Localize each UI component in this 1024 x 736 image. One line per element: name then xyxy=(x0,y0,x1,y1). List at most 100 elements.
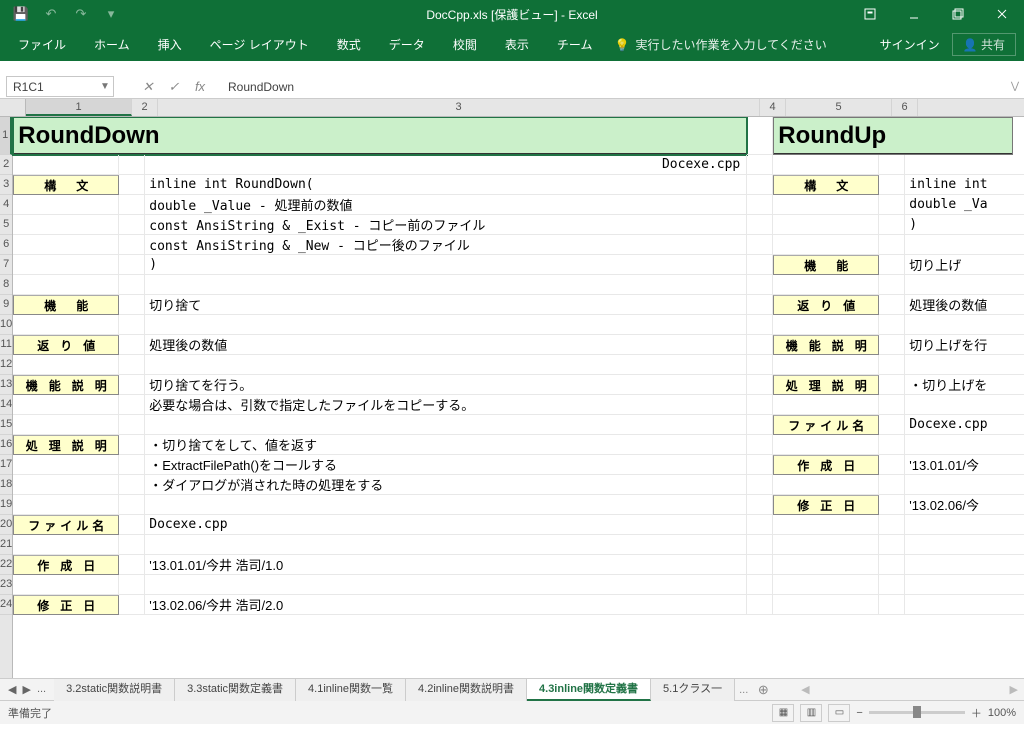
cell[interactable] xyxy=(747,535,773,555)
cell[interactable] xyxy=(905,595,1024,615)
cell[interactable]: ・ダイアログが消された時の処理をする xyxy=(145,475,747,495)
cell[interactable] xyxy=(879,335,905,355)
col-header-3[interactable]: 3 xyxy=(158,99,760,116)
cell[interactable] xyxy=(747,175,773,195)
cell[interactable] xyxy=(879,355,905,375)
label-ret-r[interactable]: 返 り 値 xyxy=(773,295,879,315)
tell-me-search[interactable]: 💡 実行したい作業を入力してください xyxy=(614,36,826,53)
cell[interactable] xyxy=(879,215,905,235)
cell[interactable] xyxy=(119,495,145,515)
cell[interactable] xyxy=(119,455,145,475)
sheet-tab[interactable]: 3.3static関数定義書 xyxy=(175,679,296,701)
row-header[interactable]: 21 xyxy=(0,535,12,555)
col-header-2[interactable]: 2 xyxy=(132,99,158,116)
cell[interactable]: double _Value - 処理前の数値 xyxy=(145,195,747,215)
row-header[interactable]: 13 xyxy=(0,375,12,395)
cell[interactable]: Docexe.cpp xyxy=(145,515,747,535)
add-sheet-button[interactable]: ⊕ xyxy=(752,682,774,698)
row-header[interactable]: 11 xyxy=(0,335,12,355)
cell[interactable] xyxy=(905,395,1024,415)
cell[interactable]: ) xyxy=(905,215,1024,235)
label-proc[interactable]: 処 理 説 明 xyxy=(13,435,119,455)
label-func-r[interactable]: 機 能 xyxy=(773,255,879,275)
enter-formula-icon[interactable]: ✓ xyxy=(164,79,184,95)
cell[interactable] xyxy=(747,295,773,315)
cell[interactable] xyxy=(119,175,145,195)
cell[interactable] xyxy=(905,435,1024,455)
label-proc-r[interactable]: 処 理 説 明 xyxy=(773,375,879,395)
label-syntax-r[interactable]: 構 文 xyxy=(773,175,879,195)
row-header[interactable]: 18 xyxy=(0,475,12,495)
cell[interactable] xyxy=(13,395,119,415)
cell[interactable] xyxy=(773,555,879,575)
cell[interactable] xyxy=(747,355,773,375)
qat-customize[interactable]: ▾ xyxy=(98,3,124,25)
cell[interactable] xyxy=(879,275,905,295)
cell[interactable] xyxy=(879,375,905,395)
cell[interactable] xyxy=(905,535,1024,555)
cell[interactable] xyxy=(879,255,905,275)
tab-file[interactable]: ファイル xyxy=(4,28,80,61)
cell[interactable] xyxy=(879,475,905,495)
sign-in-link[interactable]: サインイン xyxy=(880,36,940,53)
cell[interactable] xyxy=(119,195,145,215)
cell[interactable] xyxy=(119,275,145,295)
cell[interactable]: 処理後の数値 xyxy=(145,335,747,355)
cell[interactable] xyxy=(145,535,747,555)
row-header[interactable]: 2 xyxy=(0,155,12,175)
cell[interactable] xyxy=(747,515,773,535)
col-header-6[interactable]: 6 xyxy=(892,99,918,116)
hscroll-left-icon[interactable]: ◀ xyxy=(801,683,809,696)
cell[interactable] xyxy=(905,355,1024,375)
cell[interactable] xyxy=(879,435,905,455)
cell[interactable] xyxy=(773,315,879,335)
cell[interactable] xyxy=(119,555,145,575)
zoom-slider[interactable] xyxy=(869,711,965,714)
minimize-button[interactable] xyxy=(892,0,936,28)
cell[interactable] xyxy=(879,575,905,595)
cell-r1c1[interactable]: RoundDown xyxy=(13,117,747,155)
cell[interactable] xyxy=(747,195,773,215)
row-header[interactable]: 5 xyxy=(0,215,12,235)
cell[interactable] xyxy=(773,235,879,255)
tab-team[interactable]: チーム xyxy=(543,28,607,61)
row-header[interactable]: 1 xyxy=(0,117,12,155)
label-desc-r[interactable]: 機 能 説 明 xyxy=(773,335,879,355)
cell-r1c5[interactable]: RoundUp xyxy=(773,117,1013,155)
label-file[interactable]: ファイル名 xyxy=(13,515,119,535)
sheet-nav-more-right-icon[interactable]: ... xyxy=(735,684,752,696)
qat-redo[interactable]: ↷ xyxy=(68,3,94,25)
cell[interactable] xyxy=(119,395,145,415)
cell[interactable] xyxy=(145,495,747,515)
cell[interactable] xyxy=(13,455,119,475)
cell[interactable] xyxy=(879,555,905,575)
tab-page-layout[interactable]: ページ レイアウト xyxy=(196,28,323,61)
cell[interactable] xyxy=(773,595,879,615)
cancel-formula-icon[interactable]: ✕ xyxy=(138,79,158,95)
cell[interactable]: inline int xyxy=(905,175,1024,195)
cell[interactable] xyxy=(747,555,773,575)
fx-icon[interactable]: fx xyxy=(190,79,210,95)
row-header[interactable]: 23 xyxy=(0,575,12,595)
cell[interactable] xyxy=(13,255,119,275)
cell[interactable]: ・切り捨てをして、値を返す xyxy=(145,435,747,455)
row-header[interactable]: 19 xyxy=(0,495,12,515)
label-func[interactable]: 機 能 xyxy=(13,295,119,315)
cell[interactable]: ) xyxy=(145,255,747,275)
cell[interactable] xyxy=(119,215,145,235)
cell[interactable] xyxy=(13,275,119,295)
cell-file[interactable]: Docexe.cpp xyxy=(145,155,747,175)
cell[interactable] xyxy=(747,255,773,275)
cell[interactable] xyxy=(119,415,145,435)
cell[interactable] xyxy=(119,515,145,535)
cell[interactable]: 切り捨てを行う。 xyxy=(145,375,747,395)
view-page-layout-icon[interactable]: ▥ xyxy=(800,704,822,722)
cell[interactable] xyxy=(145,575,747,595)
zoom-level[interactable]: 100% xyxy=(988,707,1016,719)
cell[interactable] xyxy=(879,195,905,215)
label-created[interactable]: 作 成 日 xyxy=(13,555,119,575)
zoom-in-button[interactable]: ＋ xyxy=(971,705,982,721)
cell[interactable] xyxy=(13,235,119,255)
row-header[interactable]: 4 xyxy=(0,195,12,215)
sheet-tab[interactable]: 3.2static関数説明書 xyxy=(54,679,175,701)
